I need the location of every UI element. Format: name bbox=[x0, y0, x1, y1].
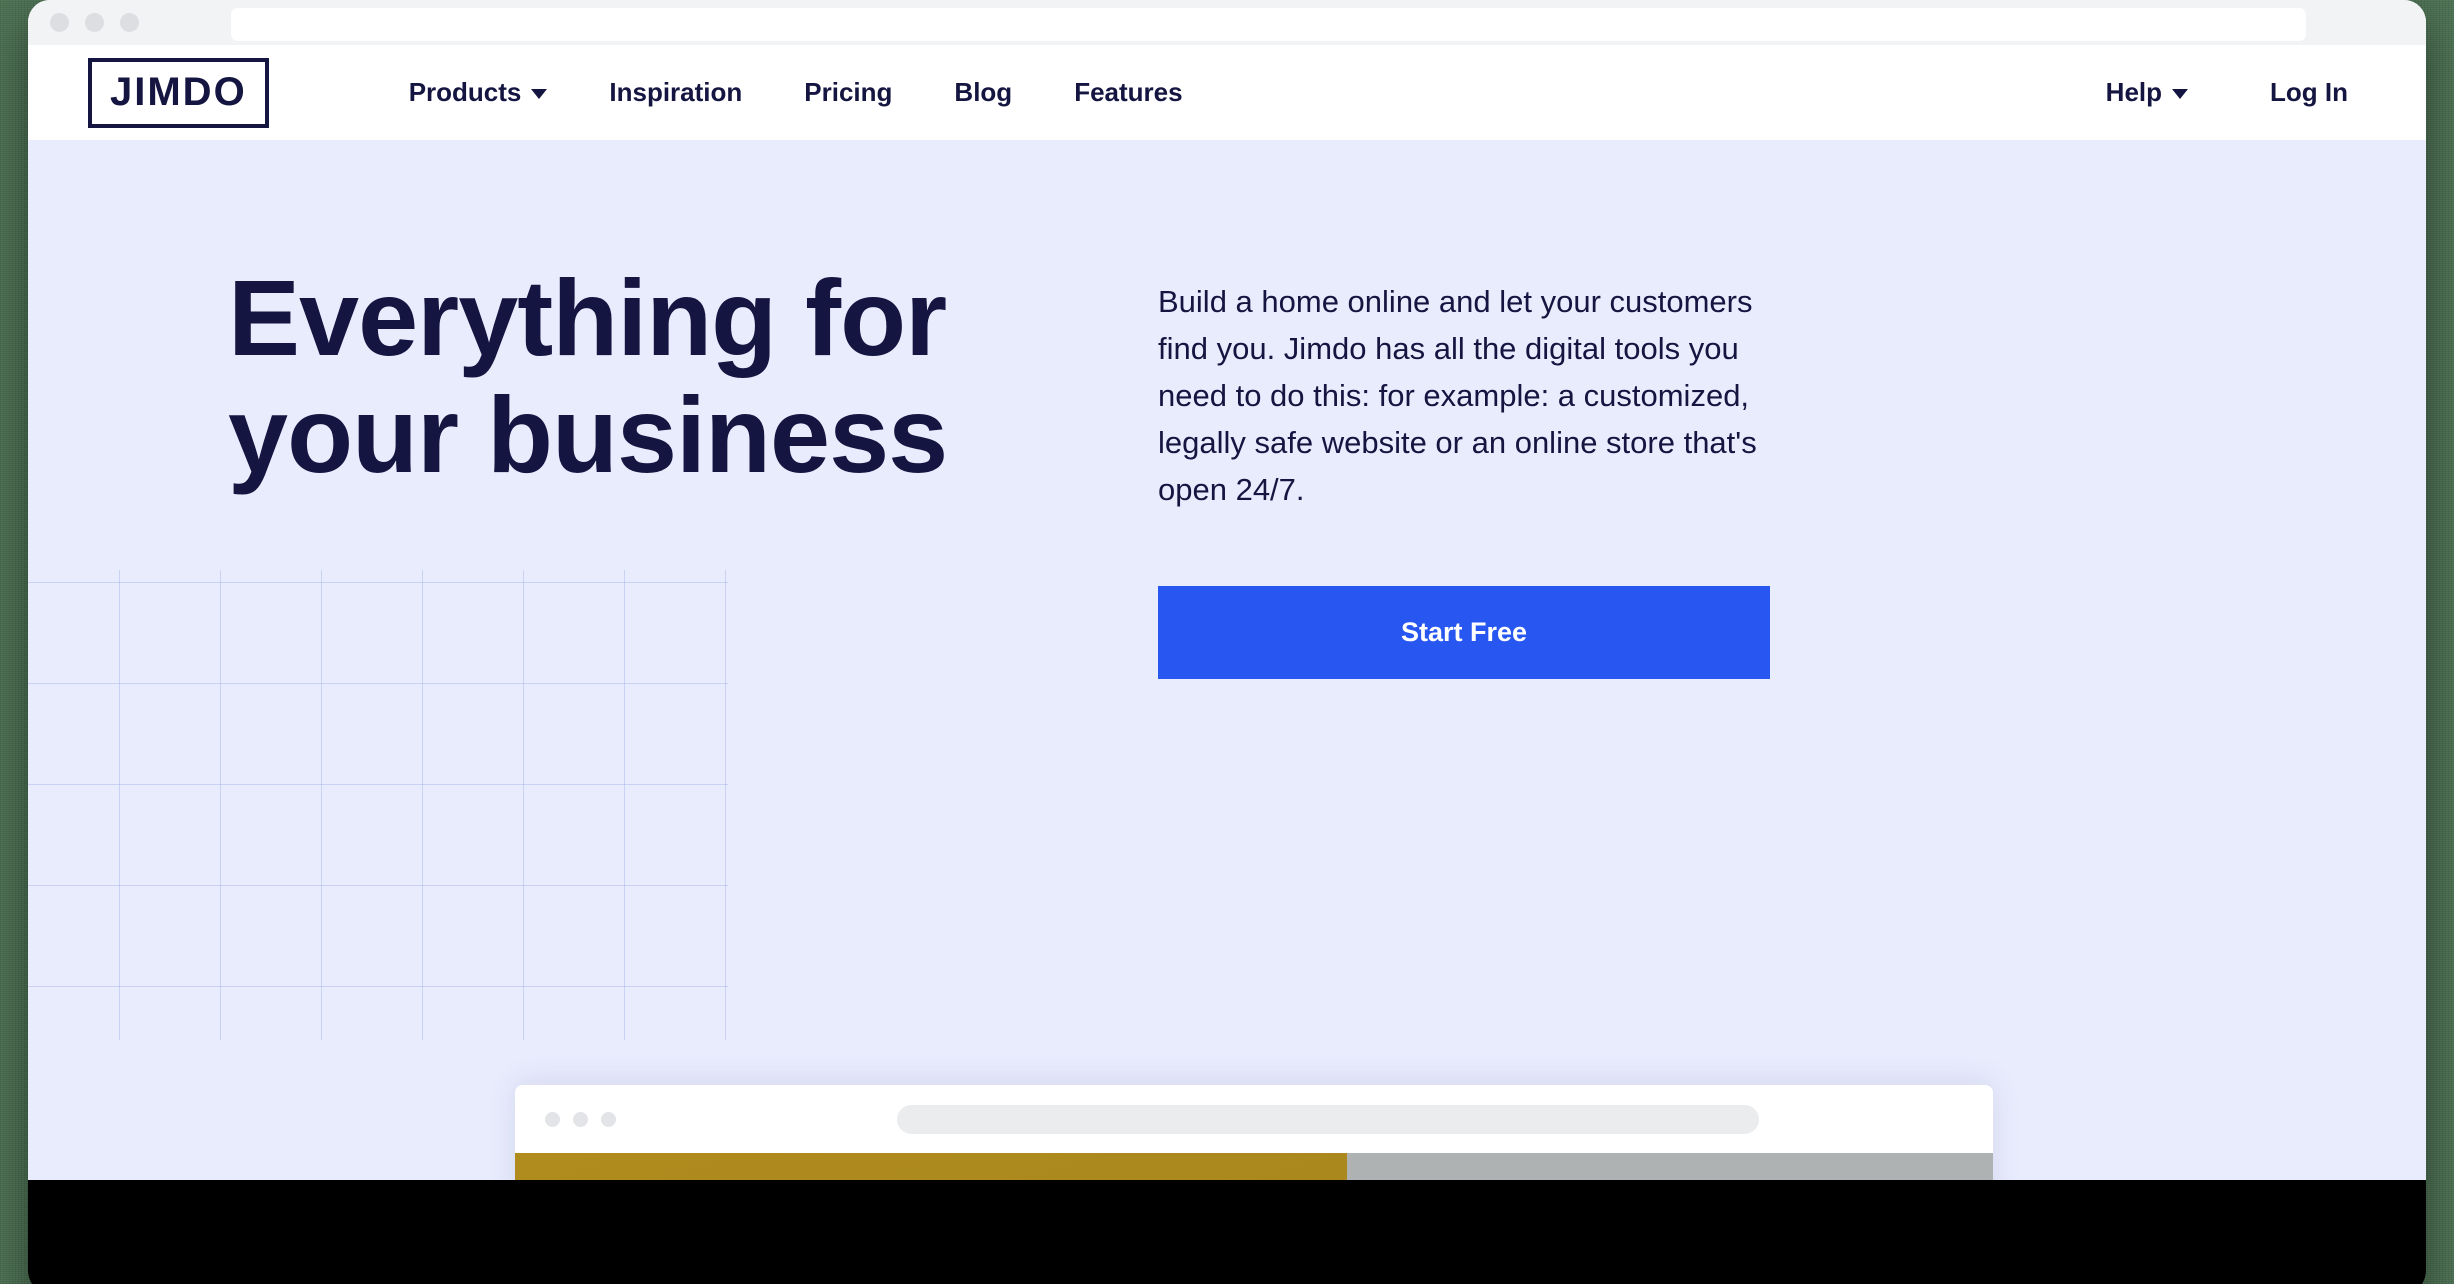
mockup-photo-panel bbox=[1347, 1153, 1993, 1180]
website-mockup: Home Coaching About Contact bbox=[515, 1085, 1993, 1180]
page-title: Everything for your business bbox=[228, 257, 1098, 495]
maximize-window-icon[interactable] bbox=[120, 13, 139, 32]
mockup-browser-chrome bbox=[515, 1085, 1993, 1153]
address-bar[interactable] bbox=[231, 8, 2306, 41]
primary-navigation: Products Inspiration Pricing Blog Featur… bbox=[409, 77, 1183, 108]
hero-title-line-1: Everything for bbox=[228, 257, 947, 378]
nav-item-pricing[interactable]: Pricing bbox=[804, 77, 892, 108]
mockup-traffic-lights bbox=[545, 1111, 616, 1127]
hero-content: Everything for your business Build a hom… bbox=[28, 140, 2426, 679]
chevron-down-icon bbox=[2172, 89, 2189, 99]
nav-item-features[interactable]: Features bbox=[1074, 77, 1182, 108]
browser-chrome-bar bbox=[28, 0, 2426, 45]
start-free-button[interactable]: Start Free bbox=[1158, 585, 1770, 679]
nav-item-log-in[interactable]: Log In bbox=[2270, 77, 2348, 108]
minimize-window-icon[interactable] bbox=[85, 13, 104, 32]
nav-label: Products bbox=[408, 77, 522, 107]
mockup-site-content: Home Coaching About Contact bbox=[515, 1153, 1993, 1180]
traffic-light-buttons bbox=[50, 13, 139, 32]
hero-description: Build a home online and let your custome… bbox=[1158, 284, 1757, 508]
close-window-icon[interactable] bbox=[50, 13, 69, 32]
nav-label: Help bbox=[2105, 77, 2163, 107]
close-window-icon bbox=[545, 1111, 560, 1127]
hero-title-line-2: your business bbox=[228, 373, 948, 495]
nav-item-blog[interactable]: Blog bbox=[954, 77, 1012, 108]
maximize-window-icon bbox=[601, 1111, 616, 1127]
hero-headline-column: Everything for your business bbox=[228, 257, 1098, 679]
hero-section: Everything for your business Build a hom… bbox=[28, 140, 2426, 1180]
hero-copy-column: Build a home online and let your custome… bbox=[1158, 260, 1798, 679]
jimdo-logo[interactable]: JIMDO bbox=[88, 57, 269, 128]
minimize-window-icon bbox=[573, 1111, 588, 1127]
browser-window: JIMDO Products Inspiration Pricing Blog … bbox=[28, 0, 2426, 1180]
chevron-down-icon bbox=[531, 89, 548, 99]
site-header: JIMDO Products Inspiration Pricing Blog … bbox=[28, 45, 2426, 140]
nav-item-inspiration[interactable]: Inspiration bbox=[609, 77, 742, 108]
nav-item-help[interactable]: Help bbox=[2105, 77, 2189, 108]
mockup-gold-panel bbox=[515, 1153, 1347, 1180]
mockup-address-bar bbox=[897, 1104, 1759, 1134]
secondary-navigation: Help Log In bbox=[2106, 77, 2366, 108]
nav-item-products[interactable]: Products bbox=[409, 77, 548, 108]
